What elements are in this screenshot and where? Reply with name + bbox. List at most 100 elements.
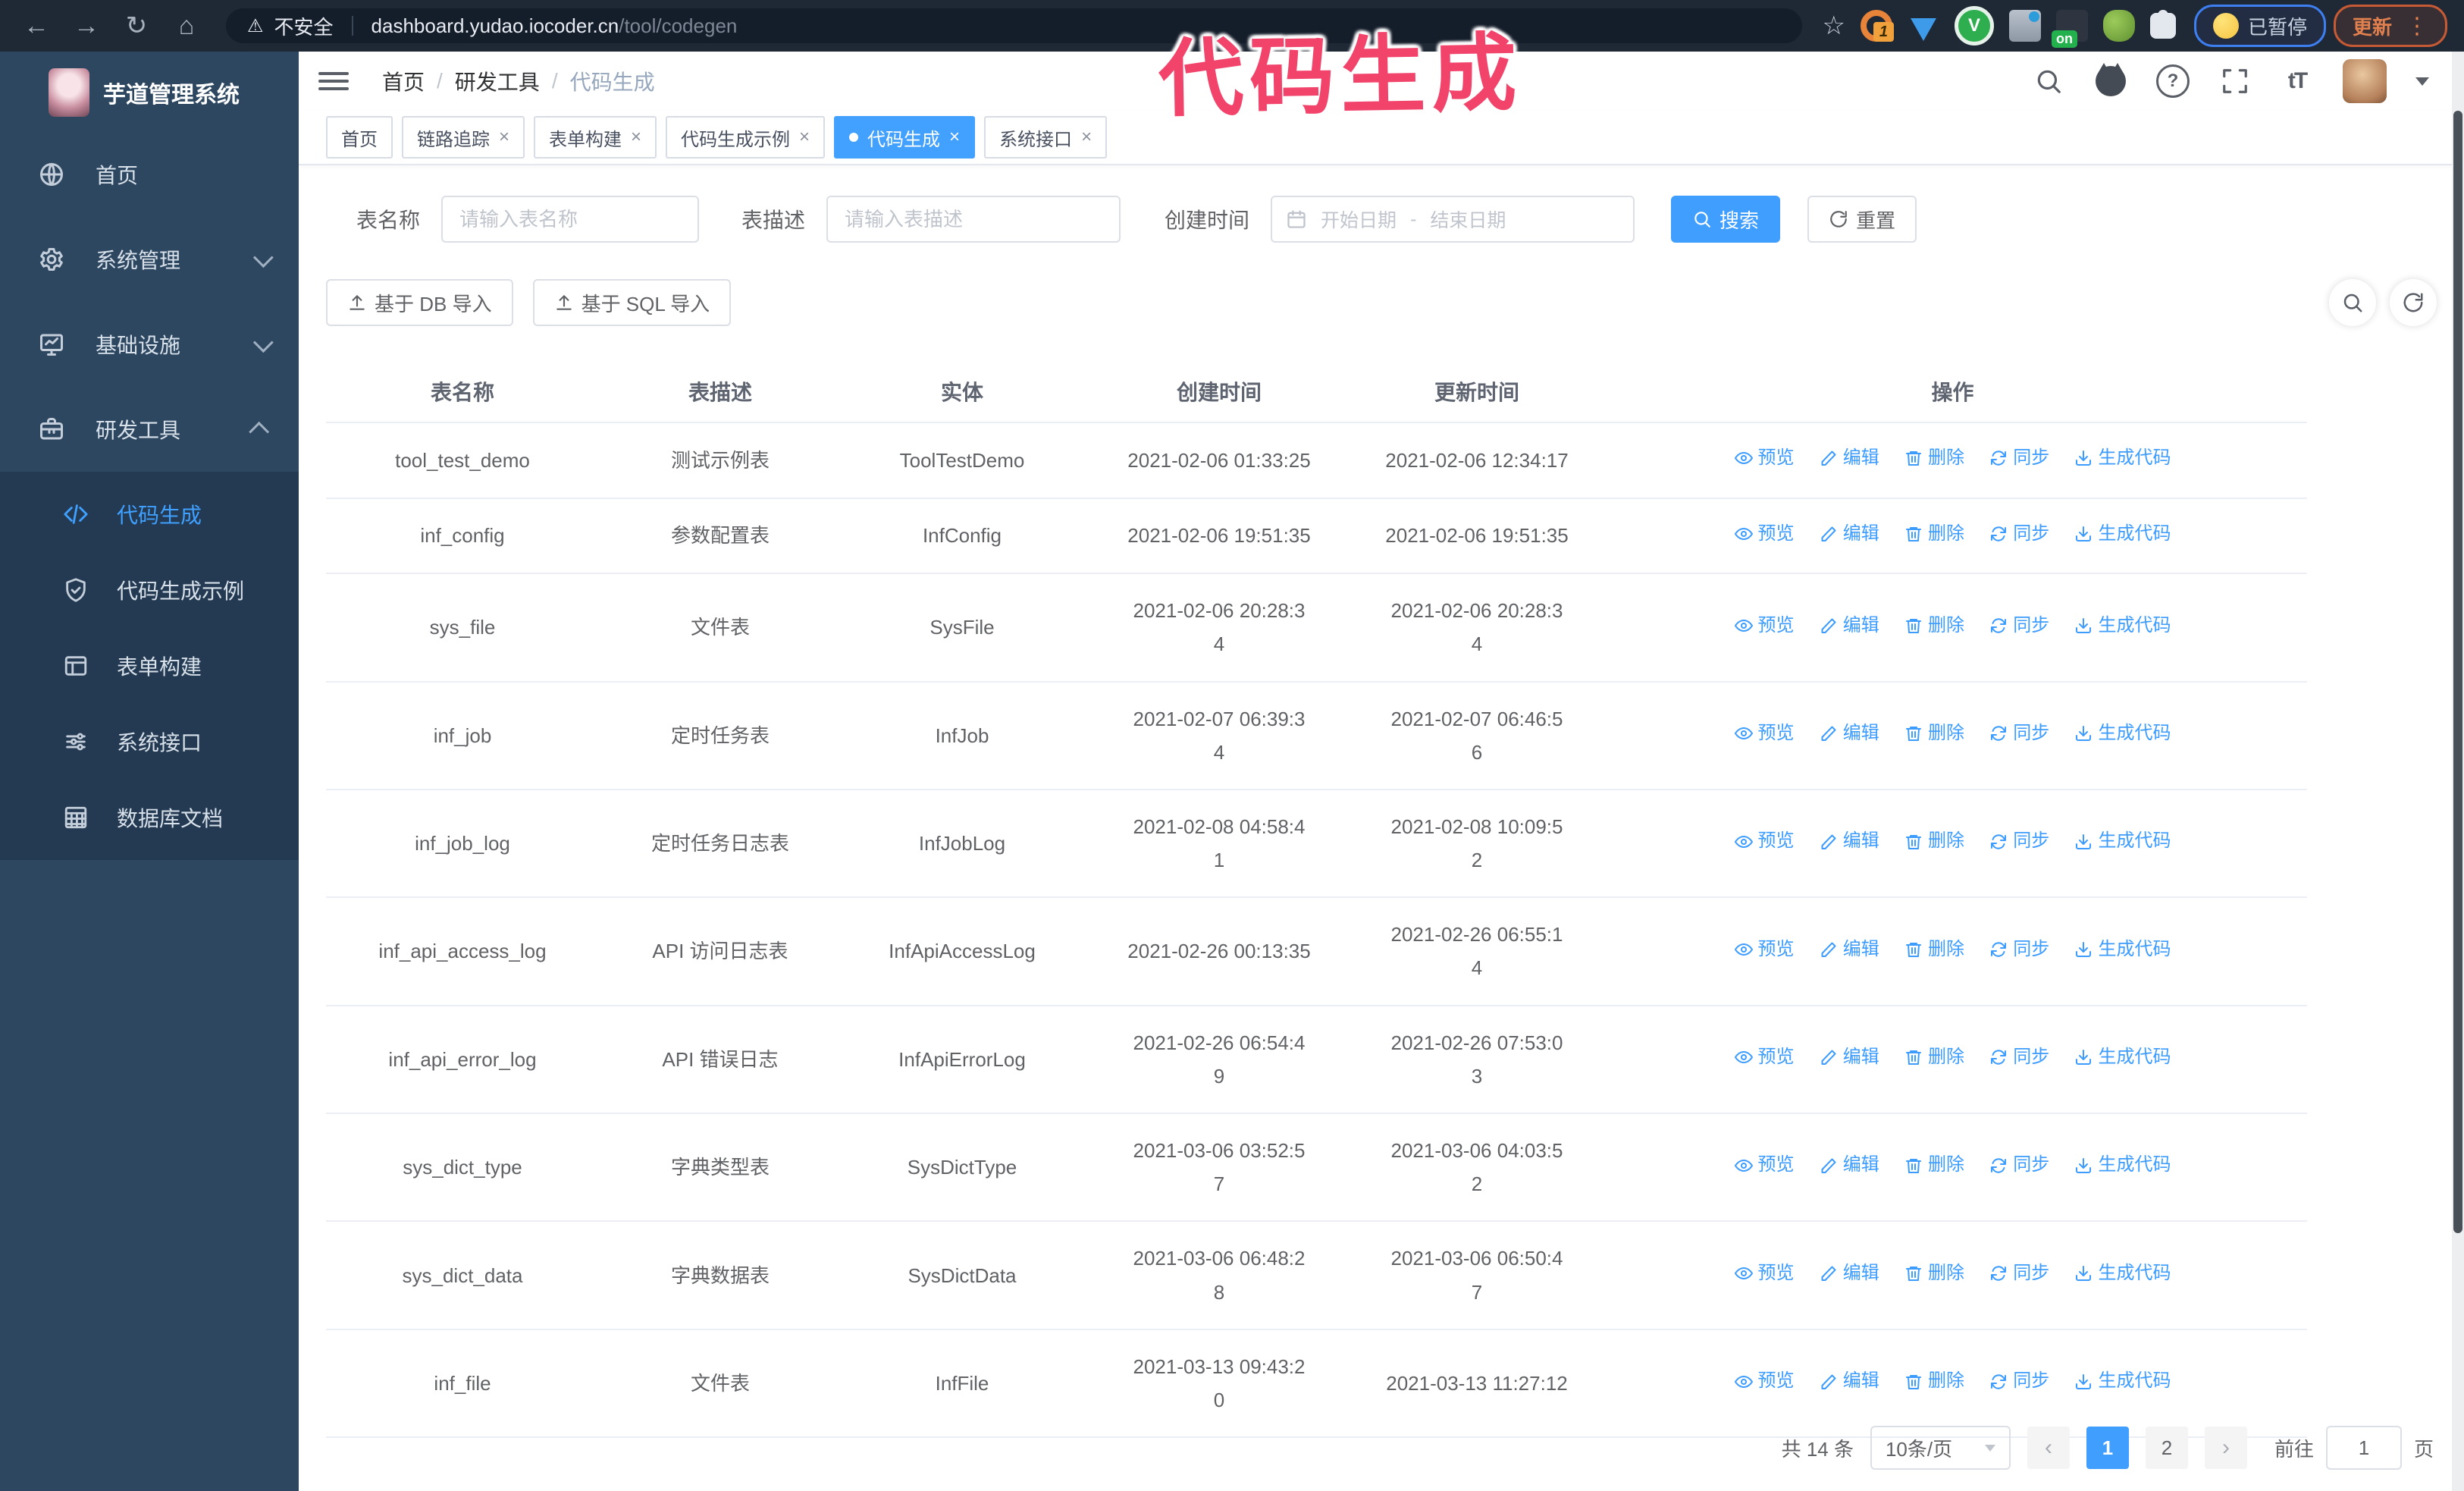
scrollbar-track[interactable] <box>2452 52 2464 1491</box>
preview-link[interactable]: 预览 <box>1734 519 1795 550</box>
edit-link[interactable]: 编辑 <box>1820 718 1879 749</box>
edit-link[interactable]: 编辑 <box>1820 519 1879 550</box>
generate-code-link[interactable]: 生成代码 <box>2074 1150 2171 1181</box>
sidebar-item-db-doc[interactable]: 数据库文档 <box>0 780 299 855</box>
home-icon[interactable]: ⌂ <box>167 6 206 46</box>
bookmark-star-icon[interactable]: ☆ <box>1822 11 1845 41</box>
start-date-placeholder[interactable]: 开始日期 <box>1321 206 1397 233</box>
font-size-icon[interactable]: tT <box>2281 64 2314 98</box>
url-bar[interactable]: ⚠ 不安全 dashboard.yudao.iocoder.cn/tool/co… <box>226 8 1803 43</box>
edit-link[interactable]: 编辑 <box>1820 443 1879 474</box>
sync-link[interactable]: 同步 <box>1989 1150 2049 1181</box>
preview-link[interactable]: 预览 <box>1734 1366 1795 1397</box>
end-date-placeholder[interactable]: 结束日期 <box>1430 206 1506 233</box>
generate-code-link[interactable]: 生成代码 <box>2074 519 2171 550</box>
generate-code-link[interactable]: 生成代码 <box>2074 934 2171 965</box>
preview-link[interactable]: 预览 <box>1734 443 1795 474</box>
tab-codegen-example[interactable]: 代码生成示例 × <box>666 116 826 159</box>
scrollbar-thumb[interactable] <box>2453 111 2462 1233</box>
preview-link[interactable]: 预览 <box>1734 1258 1795 1289</box>
date-range-picker[interactable]: 开始日期 - 结束日期 <box>1271 196 1635 243</box>
delete-link[interactable]: 删除 <box>1904 1042 1964 1073</box>
generate-code-link[interactable]: 生成代码 <box>2074 1366 2171 1397</box>
table-desc-input[interactable] <box>826 196 1121 243</box>
tab-home[interactable]: 首页 <box>326 116 393 159</box>
preview-link[interactable]: 预览 <box>1734 1150 1795 1181</box>
generate-code-link[interactable]: 生成代码 <box>2074 443 2171 474</box>
search-icon[interactable] <box>2032 64 2065 98</box>
delete-link[interactable]: 删除 <box>1904 826 1964 857</box>
extension-on-icon[interactable]: on <box>2051 10 2088 48</box>
page-button-1[interactable]: 1 <box>2086 1427 2129 1469</box>
breadcrumb-item[interactable]: 首页 <box>382 66 425 96</box>
close-icon[interactable]: × <box>949 127 960 148</box>
edit-link[interactable]: 编辑 <box>1820 1366 1879 1397</box>
edit-link[interactable]: 编辑 <box>1820 1150 1879 1181</box>
edit-link[interactable]: 编辑 <box>1820 934 1879 965</box>
reset-button[interactable]: 重置 <box>1807 196 1917 243</box>
prev-page-button[interactable]: ‹ <box>2027 1427 2070 1469</box>
extension-bars-icon[interactable] <box>2008 10 2041 42</box>
tab-tracing[interactable]: 链路追踪 × <box>402 116 525 159</box>
breadcrumb-item[interactable]: 研发工具 <box>455 66 540 96</box>
import-db-button[interactable]: 基于 DB 导入 <box>326 279 513 326</box>
generate-code-link[interactable]: 生成代码 <box>2074 1258 2171 1289</box>
kebab-menu-icon[interactable]: ⋮ <box>2406 13 2428 39</box>
extension-orange-icon[interactable]: 1 <box>1860 10 1894 42</box>
delete-link[interactable]: 删除 <box>1904 611 1964 642</box>
generate-code-link[interactable]: 生成代码 <box>2074 826 2171 857</box>
delete-link[interactable]: 删除 <box>1904 1258 1964 1289</box>
sidebar-item-system-api[interactable]: 系统接口 <box>0 704 299 780</box>
edit-link[interactable]: 编辑 <box>1820 826 1879 857</box>
sync-link[interactable]: 同步 <box>1989 1258 2049 1289</box>
page-button-2[interactable]: 2 <box>2145 1427 2188 1469</box>
sync-link[interactable]: 同步 <box>1989 1366 2049 1397</box>
goto-page-input[interactable] <box>2325 1426 2402 1470</box>
tab-codegen[interactable]: 代码生成 × <box>834 116 976 159</box>
security-label[interactable]: 不安全 <box>274 12 334 40</box>
sync-link[interactable]: 同步 <box>1989 718 2049 749</box>
edit-link[interactable]: 编辑 <box>1820 1042 1879 1073</box>
preview-link[interactable]: 预览 <box>1734 1042 1795 1073</box>
close-icon[interactable]: × <box>631 127 641 148</box>
profile-paused-badge[interactable]: 已暂停 <box>2193 5 2326 47</box>
refresh-icon[interactable] <box>2390 279 2437 326</box>
delete-link[interactable]: 删除 <box>1904 934 1964 965</box>
sidebar-item-form-builder[interactable]: 表单构建 <box>0 628 299 704</box>
import-sql-button[interactable]: 基于 SQL 导入 <box>532 279 732 326</box>
generate-code-link[interactable]: 生成代码 <box>2074 1042 2171 1073</box>
preview-link[interactable]: 预览 <box>1734 718 1795 749</box>
caret-down-icon[interactable] <box>2415 77 2429 86</box>
preview-link[interactable]: 预览 <box>1734 611 1795 642</box>
back-icon[interactable]: ← <box>17 6 56 46</box>
show-search-icon[interactable] <box>2329 279 2376 326</box>
delete-link[interactable]: 删除 <box>1904 718 1964 749</box>
extension-green-icon[interactable]: V <box>1954 6 1994 46</box>
edit-link[interactable]: 编辑 <box>1820 1258 1879 1289</box>
preview-link[interactable]: 预览 <box>1734 934 1795 965</box>
reload-icon[interactable]: ↻ <box>117 6 156 46</box>
close-icon[interactable]: × <box>799 127 810 148</box>
fullscreen-icon[interactable] <box>2218 64 2252 98</box>
sidebar-item-codegen[interactable]: 代码生成 <box>0 476 299 552</box>
sync-link[interactable]: 同步 <box>1989 443 2049 474</box>
generate-code-link[interactable]: 生成代码 <box>2074 611 2171 642</box>
forward-icon[interactable]: → <box>67 6 106 46</box>
tab-form-builder[interactable]: 表单构建 × <box>534 116 657 159</box>
sync-link[interactable]: 同步 <box>1989 611 2049 642</box>
sync-link[interactable]: 同步 <box>1989 934 2049 965</box>
github-icon[interactable] <box>2094 63 2127 98</box>
generate-code-link[interactable]: 生成代码 <box>2074 718 2171 749</box>
sidebar-item-codegen-example[interactable]: 代码生成示例 <box>0 552 299 628</box>
sync-link[interactable]: 同步 <box>1989 519 2049 550</box>
extensions-puzzle-icon[interactable] <box>2149 13 2176 39</box>
extension-frog-icon[interactable] <box>2102 10 2135 42</box>
next-page-button[interactable]: › <box>2204 1427 2247 1469</box>
question-icon[interactable]: ? <box>2156 64 2190 98</box>
edit-link[interactable]: 编辑 <box>1820 611 1879 642</box>
browser-update-button[interactable]: 更新 ⋮ <box>2333 5 2447 47</box>
sidebar-item-devtools[interactable]: 研发工具 <box>0 387 299 472</box>
sidebar-item-infra[interactable]: 基础设施 <box>0 302 299 387</box>
delete-link[interactable]: 删除 <box>1904 519 1964 550</box>
table-name-input[interactable] <box>441 196 700 243</box>
